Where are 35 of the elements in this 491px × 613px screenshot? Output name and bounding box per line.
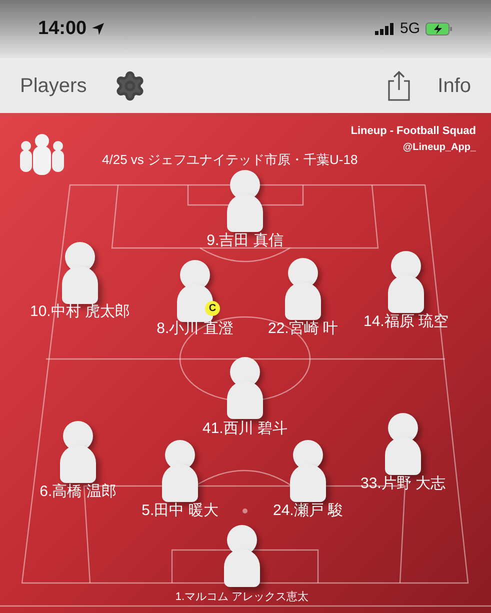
player-figure-icon[interactable]	[383, 413, 423, 475]
network-label: 5G	[400, 18, 420, 39]
player-figure-icon[interactable]	[222, 525, 262, 587]
app-handle: @Lineup_App_	[402, 141, 476, 155]
player-name: 14.福原 琉空	[363, 312, 449, 332]
player-figure-icon[interactable]	[283, 258, 323, 320]
match-title: 4/25 vs ジェフユナイテッド市原・千葉U-18	[102, 151, 358, 169]
settings-icon[interactable]	[114, 70, 146, 102]
player-name: 8.小川 直澄	[156, 319, 234, 339]
info-button[interactable]: Info	[438, 70, 471, 100]
player-figure-icon[interactable]	[160, 440, 200, 502]
players-button[interactable]: Players	[20, 70, 87, 100]
player-name: 22.宮崎 叶	[268, 319, 338, 339]
player-name: 1.マルコム アレックス恵太	[175, 590, 309, 605]
team-icon	[18, 133, 66, 177]
player-name: 33.片野 大志	[360, 474, 446, 494]
player-figure-icon[interactable]	[225, 357, 265, 419]
player-name: 41.西川 碧斗	[202, 419, 288, 439]
player-figure-icon[interactable]	[386, 251, 426, 313]
player-figure-icon[interactable]	[225, 170, 265, 232]
player-figure-icon[interactable]	[175, 260, 215, 322]
player-name: 24.瀬戸 駿	[272, 501, 344, 521]
signal-icon	[374, 23, 395, 35]
location-arrow-icon	[90, 22, 105, 36]
player-figure-icon[interactable]	[60, 242, 100, 304]
status-time: 14:00	[38, 16, 87, 41]
player-figure-icon[interactable]	[58, 421, 98, 483]
app-title: Lineup - Football Squad	[350, 124, 476, 139]
player-name: 9.吉田 真信	[206, 231, 284, 251]
player-name: 6.高橋 温郎	[40, 482, 116, 502]
share-icon[interactable]	[386, 70, 412, 102]
player-name: 5.田中 暖大	[142, 501, 218, 521]
battery-charging-icon	[425, 22, 453, 36]
player-figure-icon[interactable]	[288, 440, 328, 502]
player-name: 10.中村 虎太郎	[30, 302, 130, 322]
